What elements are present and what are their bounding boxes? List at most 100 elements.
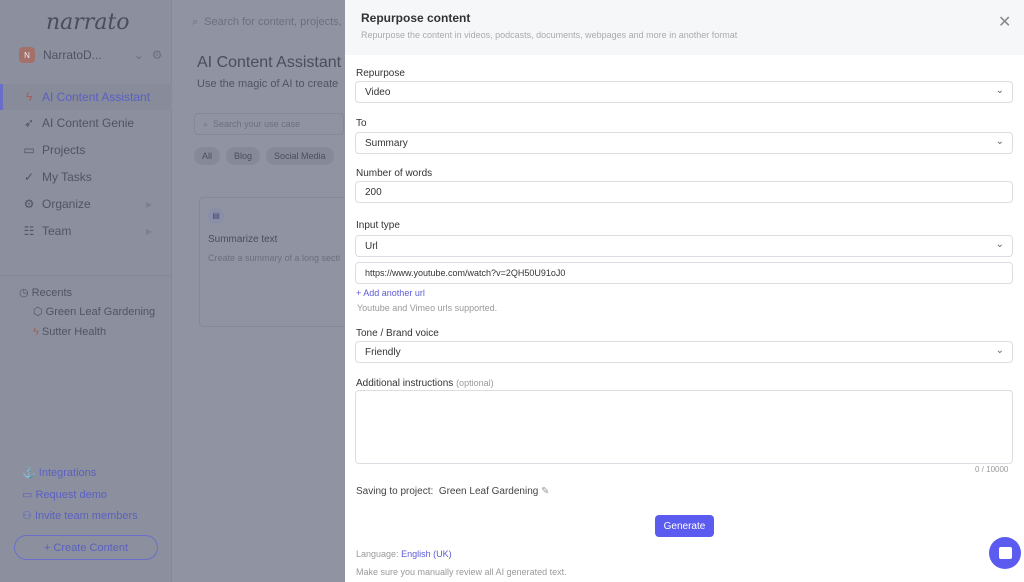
optional-tag: (optional) — [456, 378, 494, 388]
gear-icon[interactable]: ⚙ — [152, 48, 163, 62]
recent-label: Green Leaf Gardening — [45, 306, 156, 318]
select-value: Summary — [365, 137, 408, 149]
project-name[interactable]: Green Leaf Gardening — [439, 486, 539, 497]
modal-backdrop[interactable]: narrato N NarratoD... ⌄ ⚙ ϟ AI Content Assis… — [0, 0, 351, 582]
cube-icon: ⬡ — [33, 306, 43, 318]
card-title: Summarize text — [208, 234, 278, 245]
add-url-button[interactable]: + Add another url — [356, 288, 425, 298]
request-demo-link[interactable]: ▭ Request demo — [22, 488, 107, 501]
repurpose-modal: Repurpose content Repurpose the content … — [345, 0, 1024, 582]
usecase-card[interactable]: ▤ Summarize text Create a summary of a l… — [199, 197, 345, 327]
user-plus-icon: ⚇ — [22, 510, 32, 522]
sidebar-item-organize[interactable]: ⚙ Organize ▶ — [0, 191, 172, 217]
sidebar-item-label: My Tasks — [42, 170, 92, 184]
edit-icon[interactable]: ✎ — [541, 486, 549, 497]
chat-launcher-button[interactable] — [989, 537, 1021, 569]
logo: narrato — [46, 10, 130, 35]
search-icon: ⌕ — [203, 118, 209, 129]
chip-all[interactable]: All — [194, 147, 221, 165]
bolt-icon: ϟ — [25, 90, 33, 104]
create-content-button[interactable]: + Create Content — [14, 535, 158, 560]
usecase-search[interactable]: ⌕ Search your use case — [194, 113, 344, 135]
recent-item[interactable]: ⬡ Green Leaf Gardening — [33, 305, 155, 318]
bolt-icon: ϟ — [33, 326, 39, 338]
search-placeholder: Search your use case — [213, 119, 301, 129]
sidebar-item-ai-content-genie[interactable]: ➶ AI Content Genie — [0, 110, 172, 136]
language-label: Language: — [356, 549, 399, 559]
words-label: Number of words — [356, 168, 433, 179]
label-text: Additional instructions — [356, 378, 454, 389]
chevron-down-icon: ⌄ — [995, 136, 1004, 147]
workspace-avatar: N — [19, 47, 35, 63]
sidebar-item-label: Organize — [42, 197, 91, 211]
team-icon: ☷ — [23, 224, 35, 238]
tone-select[interactable]: Friendly ⌄ — [355, 341, 1013, 363]
anchor-icon: ⚓ — [22, 467, 36, 479]
sidebar: narrato N NarratoD... ⌄ ⚙ ϟ AI Content Assis… — [0, 0, 172, 582]
recent-label: Sutter Health — [41, 326, 107, 338]
main-content: ⌕ Search for content, projects, a AI Cont… — [172, 0, 351, 582]
sidebar-item-team[interactable]: ☷ Team ▶ — [0, 218, 172, 244]
to-select[interactable]: Summary ⌄ — [355, 132, 1013, 154]
workspace-name: NarratoD... — [43, 48, 102, 62]
link-label: Request demo — [35, 489, 108, 501]
chevron-down-icon[interactable]: ⌄ — [134, 48, 144, 62]
modal-title: Repurpose content — [361, 11, 471, 25]
repurpose-select[interactable]: Video ⌄ — [355, 81, 1013, 103]
modal-subtitle: Repurpose the content in videos, podcast… — [361, 30, 738, 40]
sidebar-item-label: Projects — [42, 143, 86, 157]
sidebar-item-label: AI Content Genie — [42, 116, 135, 130]
chat-icon — [998, 547, 1012, 559]
additional-label: Additional instructions (optional) — [356, 378, 494, 389]
tone-label: Tone / Brand voice — [356, 328, 439, 339]
page-subtitle: Use the magic of AI to create — [197, 78, 339, 90]
sidebar-item-label: AI Content Assistant — [42, 90, 151, 104]
url-help: Youtube and Vimeo urls supported. — [357, 303, 498, 313]
repurpose-label: Repurpose — [356, 68, 405, 79]
card-description: Create a summary of a long secti — [208, 253, 341, 263]
chevron-right-icon: ▶ — [145, 199, 152, 209]
chevron-down-icon: ⌄ — [995, 85, 1004, 96]
chevron-down-icon: ⌄ — [995, 239, 1004, 250]
chevron-right-icon: ▶ — [145, 226, 152, 236]
saving-to-project: Saving to project: Green Leaf Gardening … — [356, 486, 550, 497]
input-type-select[interactable]: Url ⌄ — [355, 235, 1013, 257]
sidebar-item-my-tasks[interactable]: ✓ My Tasks — [0, 164, 172, 190]
chip-blog[interactable]: Blog — [226, 147, 261, 165]
recent-item[interactable]: ϟ Sutter Health — [33, 326, 106, 338]
clock-icon: ◷ — [19, 287, 29, 299]
recents-label: Recents — [31, 287, 73, 299]
divider — [0, 275, 172, 276]
sidebar-item-label: Team — [42, 224, 72, 238]
page-title: AI Content Assistant — [197, 54, 342, 71]
recents-heading: ◷ Recents — [19, 286, 72, 299]
rocket-icon: ➶ — [23, 116, 35, 130]
input-type-label: Input type — [356, 220, 400, 231]
words-input[interactable]: 200 — [355, 181, 1013, 203]
select-value: Url — [365, 240, 378, 252]
gears-icon: ⚙ — [23, 197, 35, 211]
additional-instructions-textarea[interactable] — [355, 390, 1013, 464]
document-icon: ▤ — [208, 208, 224, 224]
sidebar-item-ai-content-assistant[interactable]: ϟ AI Content Assistant — [0, 84, 172, 110]
chip-social-media[interactable]: Social Media — [266, 147, 334, 165]
url-input[interactable]: https://www.youtube.com/watch?v=2QH50U91… — [355, 262, 1013, 284]
link-label: Integrations — [38, 467, 97, 479]
select-value: Friendly — [365, 346, 401, 358]
search-icon: ⌕ — [192, 15, 199, 28]
workspace-switcher[interactable]: N NarratoD... ⌄ ⚙ — [19, 47, 163, 63]
saving-label: Saving to project: — [356, 486, 434, 497]
language-link[interactable]: English (UK) — [401, 549, 452, 559]
language-row: Language: English (UK) — [356, 549, 452, 559]
plus-icon: + — [356, 288, 362, 298]
generate-button[interactable]: Generate — [655, 515, 714, 537]
invite-team-link[interactable]: ⚇ Invite team members — [22, 509, 138, 522]
disclaimer: Make sure you manually review all AI gen… — [356, 567, 567, 577]
close-icon[interactable]: ✕ — [998, 12, 1011, 32]
add-url-label: Add another url — [363, 288, 425, 298]
monitor-icon: ▭ — [22, 489, 33, 501]
integrations-link[interactable]: ⚓ Integrations — [22, 466, 96, 479]
sidebar-item-projects[interactable]: ▭ Projects — [0, 137, 172, 163]
chevron-down-icon: ⌄ — [995, 345, 1004, 356]
search-placeholder: Search for content, projects, a — [204, 16, 351, 28]
